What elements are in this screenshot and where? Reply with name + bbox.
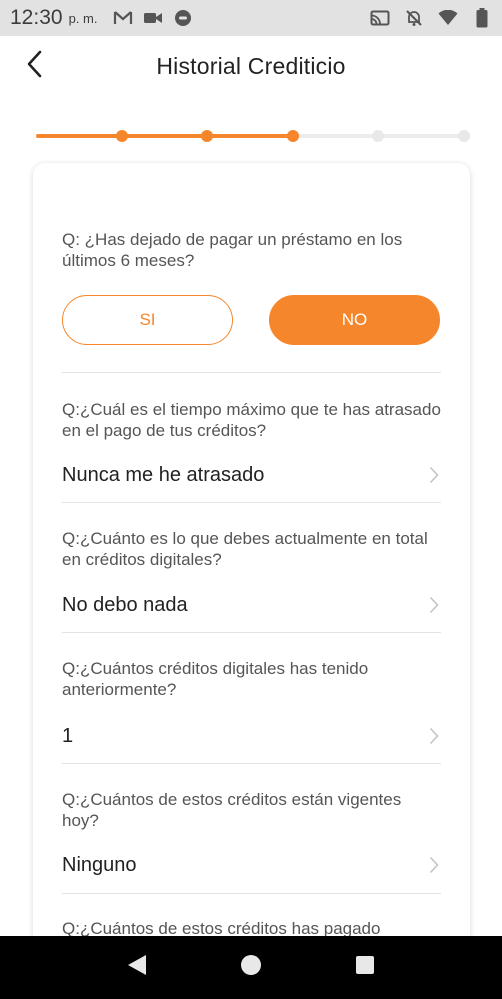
question-text: Q:¿Cuál es el tiempo máximo que te has a… [62, 400, 441, 440]
gmail-icon [113, 9, 133, 27]
question-text: Q: ¿Has dejado de pagar un préstamo en l… [62, 230, 403, 270]
answer-row-active-credits[interactable]: Ninguno [62, 845, 441, 885]
answer-value: Nunca me he atrasado [62, 463, 265, 486]
nav-recents-button[interactable] [350, 953, 380, 983]
divider [62, 632, 441, 633]
answer-value: Ninguno [62, 853, 137, 876]
status-time: 12:30 [10, 6, 63, 29]
progress-step-dot [372, 130, 385, 142]
answer-value: 1 [62, 724, 74, 747]
nav-home-button[interactable] [236, 953, 266, 983]
record-icon [173, 9, 193, 27]
app-bar: Historial Crediticio [0, 36, 502, 96]
question-text: Q:¿Cuánto es lo que debes actualmente en… [62, 529, 428, 569]
progress-step-dot [201, 130, 214, 142]
wifi-icon [438, 9, 458, 27]
square-recents-icon [355, 955, 375, 980]
progress-stepper [36, 128, 470, 144]
nav-back-button[interactable] [122, 953, 152, 983]
back-button[interactable] [18, 50, 50, 82]
question-card: Q: ¿Has dejado de pagar un préstamo en l… [33, 163, 470, 963]
chevron-right-icon [427, 855, 441, 875]
divider [62, 893, 441, 894]
status-left-icons [113, 9, 193, 27]
answer-value: No debo nada [62, 593, 188, 616]
question-text: Q:¿Cuántos de estos créditos están vigen… [62, 790, 402, 830]
circle-home-icon [240, 954, 262, 981]
chevron-right-icon [427, 595, 441, 615]
question-text: Q:¿Cuántos créditos digitales has tenido… [62, 659, 369, 699]
answer-row-previous-credits[interactable]: 1 [62, 716, 441, 756]
status-bar: 12:30 p. m. [0, 0, 502, 36]
si-button[interactable]: SI [62, 295, 233, 345]
chevron-right-icon [427, 726, 441, 746]
progress-step-dot [115, 130, 128, 142]
video-camera-icon [143, 9, 163, 27]
triangle-back-icon [126, 953, 148, 982]
chevron-right-icon [427, 465, 441, 485]
no-button[interactable]: NO [269, 295, 440, 345]
battery-icon [472, 8, 492, 28]
cast-icon [370, 9, 390, 27]
answer-row-max-delay[interactable]: Nunca me he atrasado [62, 455, 441, 495]
progress-step-dot [458, 130, 470, 142]
page-title: Historial Crediticio [156, 52, 346, 79]
status-right-icons [370, 8, 492, 28]
navigation-bar [0, 936, 502, 999]
divider [62, 372, 441, 373]
answer-row-current-debt[interactable]: No debo nada [62, 585, 441, 625]
chevron-left-icon [26, 50, 42, 83]
notifications-off-icon [404, 9, 424, 27]
progress-fill [36, 134, 293, 138]
status-ampm: p. m. [68, 10, 98, 26]
progress-step-dot [286, 130, 299, 142]
divider [62, 763, 441, 764]
divider [62, 502, 441, 503]
